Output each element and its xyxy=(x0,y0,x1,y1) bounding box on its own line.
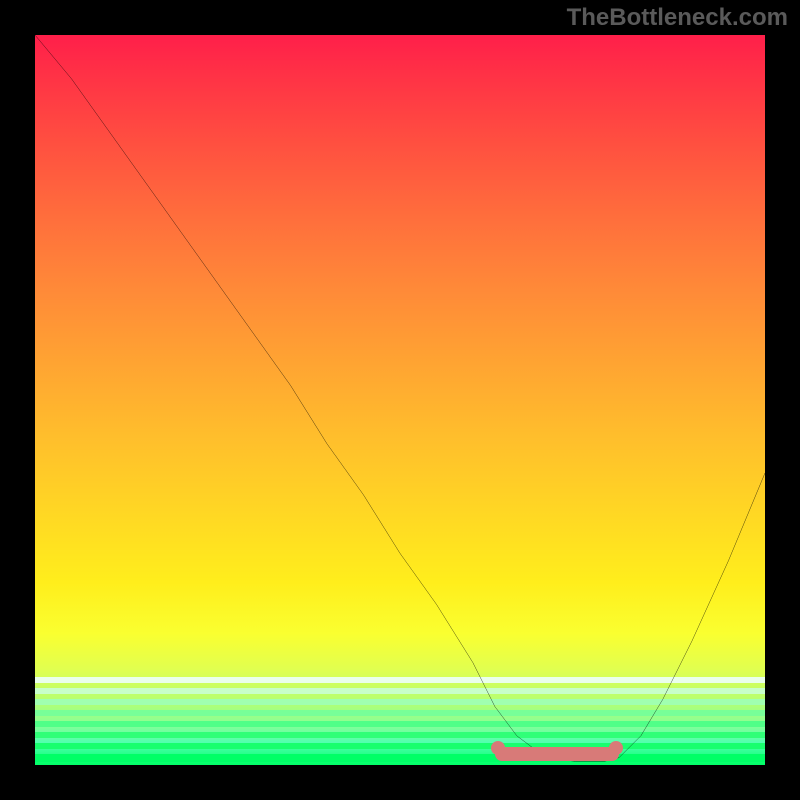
plot-area xyxy=(35,35,765,765)
optimal-range-marker xyxy=(495,747,619,761)
bottleneck-curve-line xyxy=(35,35,765,761)
curve-svg xyxy=(35,35,765,765)
watermark-text: TheBottleneck.com xyxy=(567,4,788,32)
chart-container: TheBottleneck.com xyxy=(0,0,800,800)
